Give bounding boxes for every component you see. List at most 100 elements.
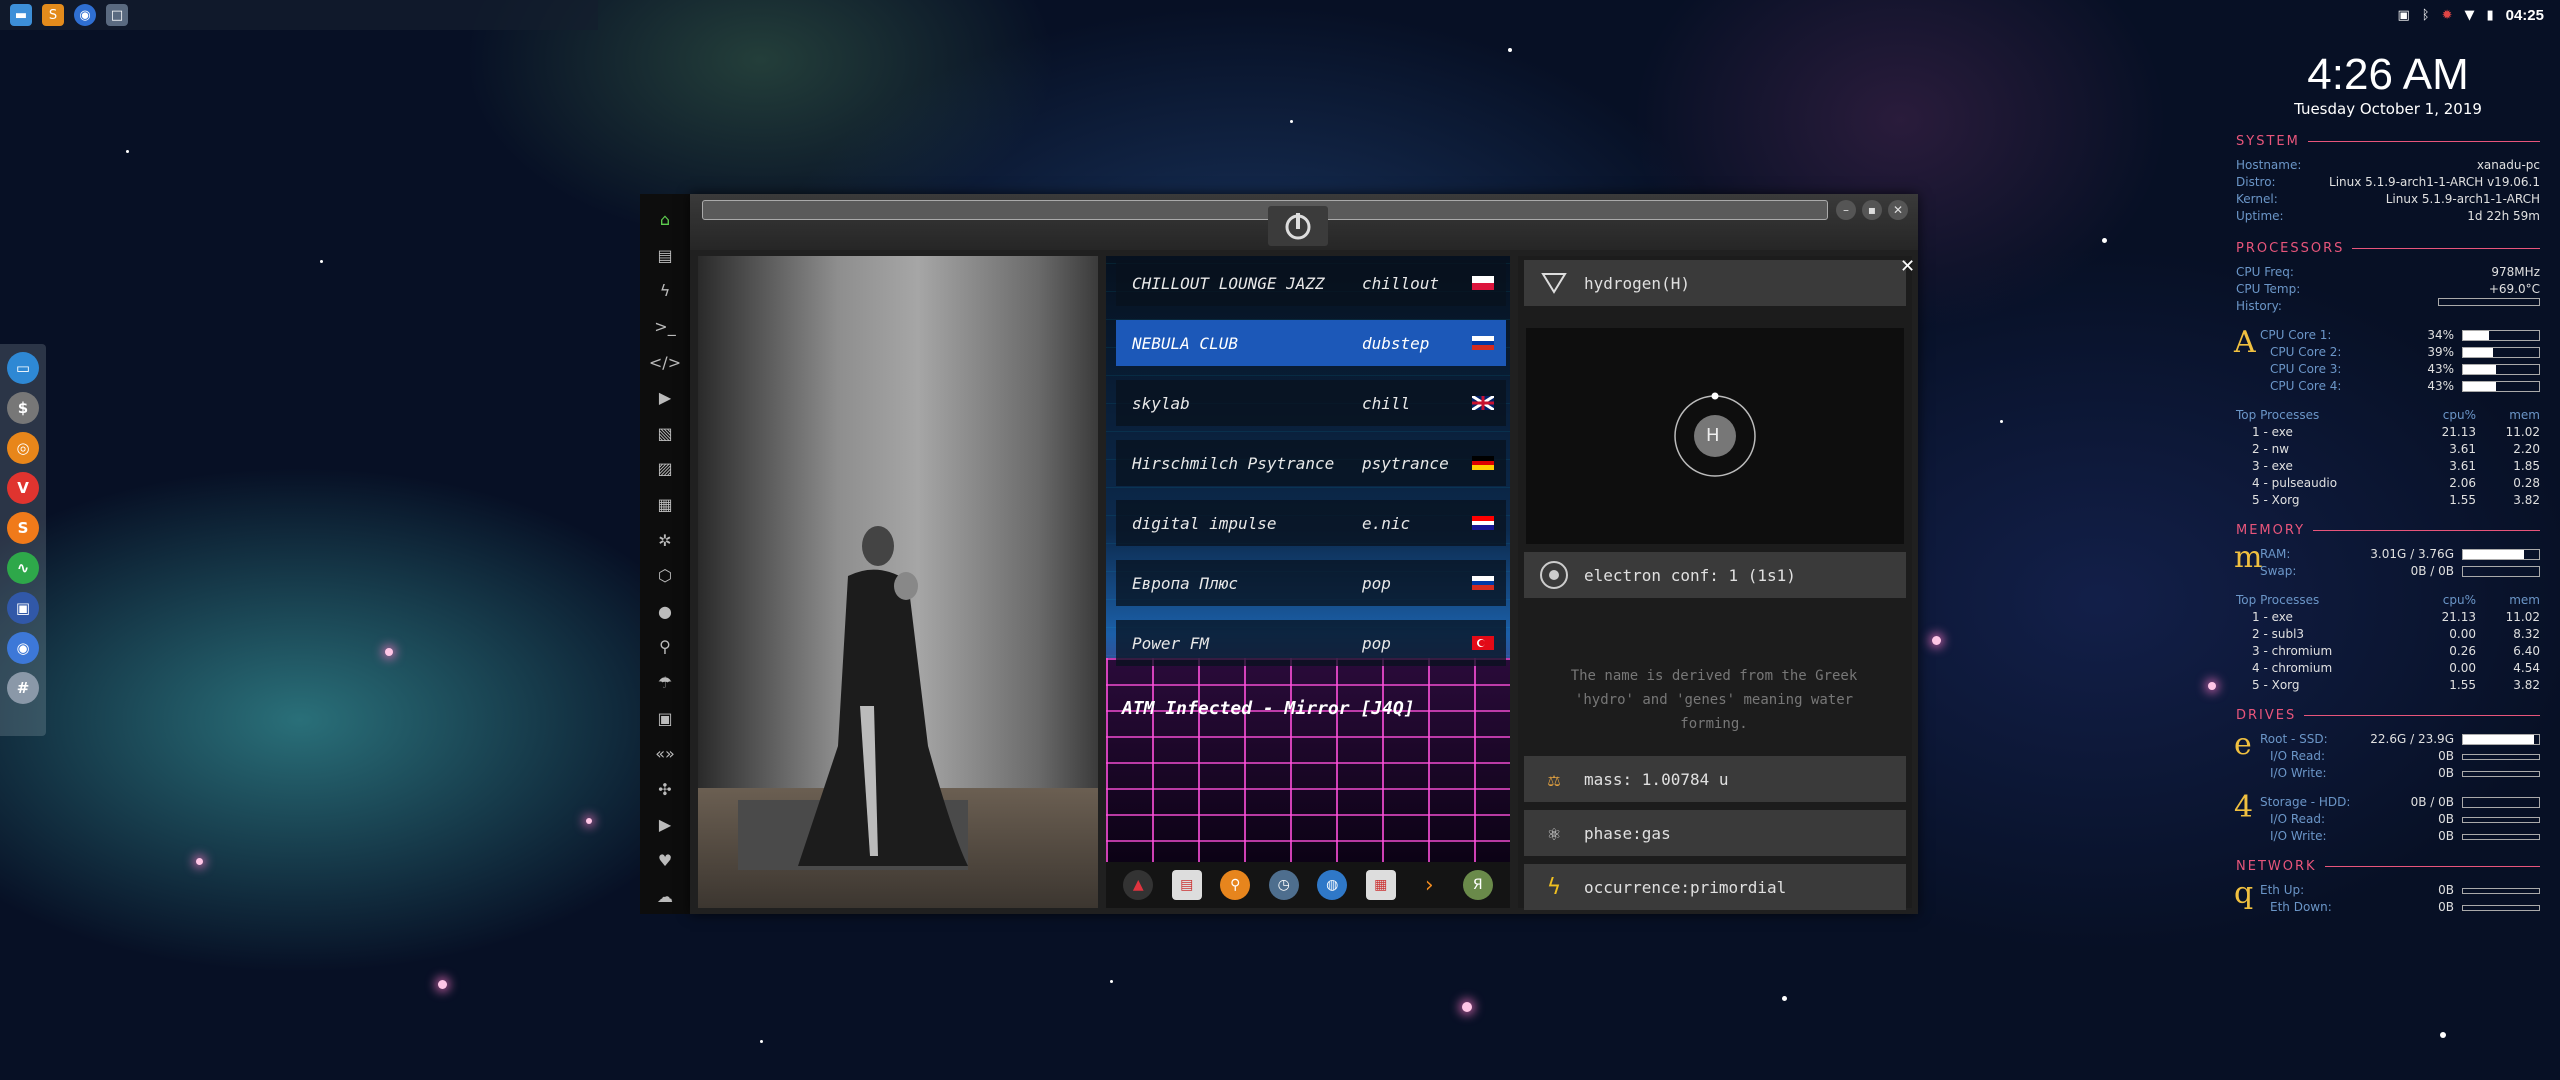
activity-icon[interactable]: ∿ [7,552,39,584]
search-icon[interactable]: ⚲ [640,629,690,665]
globe-icon[interactable]: ● [640,594,690,630]
process-cpu: 1.55 [2449,493,2476,507]
station-row[interactable]: Power FM pop [1116,620,1506,666]
conky-time: 4:26 AM [2307,50,2469,99]
globe-app-icon[interactable]: ◍ [1317,870,1348,900]
files-icon[interactable]: ▭ [7,352,39,384]
wifi-icon[interactable]: ▼ [2464,8,2474,23]
station-genre: e.nic [1362,513,1411,533]
arrow-icon[interactable]: › [1414,870,1444,900]
station-row[interactable]: skylab chill [1116,380,1506,426]
star [2000,420,2003,423]
close-button[interactable]: ✕ [1888,200,1908,220]
code-icon[interactable]: </> [640,344,690,380]
gear-icon[interactable]: ✹ [2442,8,2453,23]
window-icon[interactable]: □ [106,4,128,26]
io-read-graph [2462,816,2540,823]
distro-label: Distro: [2236,175,2276,189]
process-cpu: 2.06 [2449,476,2476,490]
mem-top-processes: Top Processes cpu% mem 1 - exe 21.13 11.02 2… [2236,592,2540,694]
io-read-graph [2462,753,2540,760]
sublime-icon[interactable]: S [7,512,39,544]
process-cpu: 1.55 [2449,678,2476,692]
core-label: CPU Core 2: [2270,345,2342,359]
star [1782,996,1787,1001]
bluetooth-icon[interactable]: ᛒ [2422,8,2430,23]
minimize-button[interactable]: – [1836,200,1856,220]
terminal-icon[interactable]: >_ [640,309,690,345]
search-app-icon[interactable]: ⚲ [1220,870,1251,900]
cloud-icon[interactable]: ☁ [640,878,690,914]
document-icon[interactable]: ▤ [640,238,690,274]
phase-row: ⚛ phase:gas [1524,810,1906,856]
money-icon[interactable]: $ [7,392,39,424]
core-value: 39% [2427,345,2454,359]
core-bar [2462,330,2540,341]
grid-icon[interactable]: # [7,672,39,704]
process-name: 4 - chromium [2252,661,2333,675]
image-icon[interactable]: ▨ [640,451,690,487]
section-title: MEMORY [2236,523,2540,538]
core-label: CPU Core 1: [2260,328,2332,342]
title-bar[interactable]: – ▪ ✕ [690,194,1918,250]
ubuntu-icon[interactable]: ◎ [7,432,39,464]
star [1508,48,1512,52]
station-row-active[interactable]: NEBULA CLUB dubstep [1116,320,1506,366]
core-value: 43% [2427,362,2454,376]
root-label: Root - SSD: [2260,732,2328,746]
expand-icon[interactable]: ✣ [640,772,690,808]
chrome-icon[interactable]: ◉ [74,4,96,26]
process-cpu: 3.61 [2449,459,2476,473]
conky-date: Tuesday October 1, 2019 [2294,100,2482,118]
battery-icon[interactable]: ▮ [2486,8,2493,23]
station-name: digital impulse [1132,513,1277,533]
network-glyph: q [2234,876,2254,911]
kernel-value: Linux 5.1.9-arch1-1-ARCH [2385,192,2540,206]
title-bar-track [702,200,1828,220]
files-icon[interactable]: ▬ [10,4,32,26]
gear-icon[interactable]: ✲ [640,522,690,558]
element-occurrence: occurrence:primordial [1584,877,1787,897]
electron-conf: electron conf: 1 (1s1) [1584,565,1796,585]
umbrella-icon[interactable]: ☂ [640,665,690,701]
warning-icon[interactable]: ▲ [1123,870,1154,900]
image-stack-icon[interactable]: ▧ [640,416,690,452]
atom-diagram: H [1526,328,1904,544]
clock-app-icon[interactable]: ◷ [1268,870,1299,900]
swap-bar [2462,566,2540,577]
heart-icon[interactable]: ♥ [640,843,690,879]
vivaldi-icon[interactable]: V [7,472,39,504]
code-brackets-icon[interactable]: «» [640,736,690,772]
swap-label: Swap: [2260,564,2297,578]
station-row[interactable]: CHILLOUT LOUNGE JAZZ chillout [1116,260,1506,306]
top-panel: ▬ S ◉ □ ▣ ᛒ ✹ ▼ ▮ 04:25 [0,0,2560,30]
sublime-icon[interactable]: S [42,4,64,26]
element-symbol: H [1706,425,1720,446]
close-panel-button[interactable]: ✕ [1900,256,1915,277]
calendar-app-icon[interactable]: ▤ [1171,870,1202,900]
yandex-icon[interactable]: Я [1462,870,1493,900]
bolt-icon[interactable]: ϟ [640,273,690,309]
youtube-icon[interactable]: ▶ [640,807,690,843]
screenshot-icon[interactable]: ▣ [2397,8,2409,23]
station-row[interactable]: Hirschmilch Psytrance psytrance [1116,440,1506,486]
root-bar [2462,734,2540,745]
cpu-temp-value: +69.0°C [2488,282,2540,296]
chrome-icon[interactable]: ◉ [7,632,39,664]
scale-icon: ⚖ [1547,767,1561,791]
station-row[interactable]: Европа Плюс pop [1116,560,1506,606]
drive-glyph: e [2234,727,2252,762]
news-icon[interactable]: ▦ [640,487,690,523]
maximize-button[interactable]: ▪ [1862,200,1882,220]
screen-icon[interactable]: ▣ [7,592,39,624]
contact-icon[interactable]: ▣ [640,700,690,736]
radio-panel: CHILLOUT LOUNGE JAZZ chillout NEBULA CLU… [1106,256,1510,908]
calendar-icon[interactable]: ▦ [1365,870,1396,900]
station-row[interactable]: digital impulse e.nic [1116,500,1506,546]
clock[interactable]: 04:25 [2506,7,2544,24]
process-cpu: 21.13 [2441,610,2476,624]
mem-header: mem [2509,593,2540,607]
home-icon[interactable]: ⌂ [640,202,690,238]
play-icon[interactable]: ▶ [640,380,690,416]
hexagon-icon[interactable]: ⬡ [640,558,690,594]
